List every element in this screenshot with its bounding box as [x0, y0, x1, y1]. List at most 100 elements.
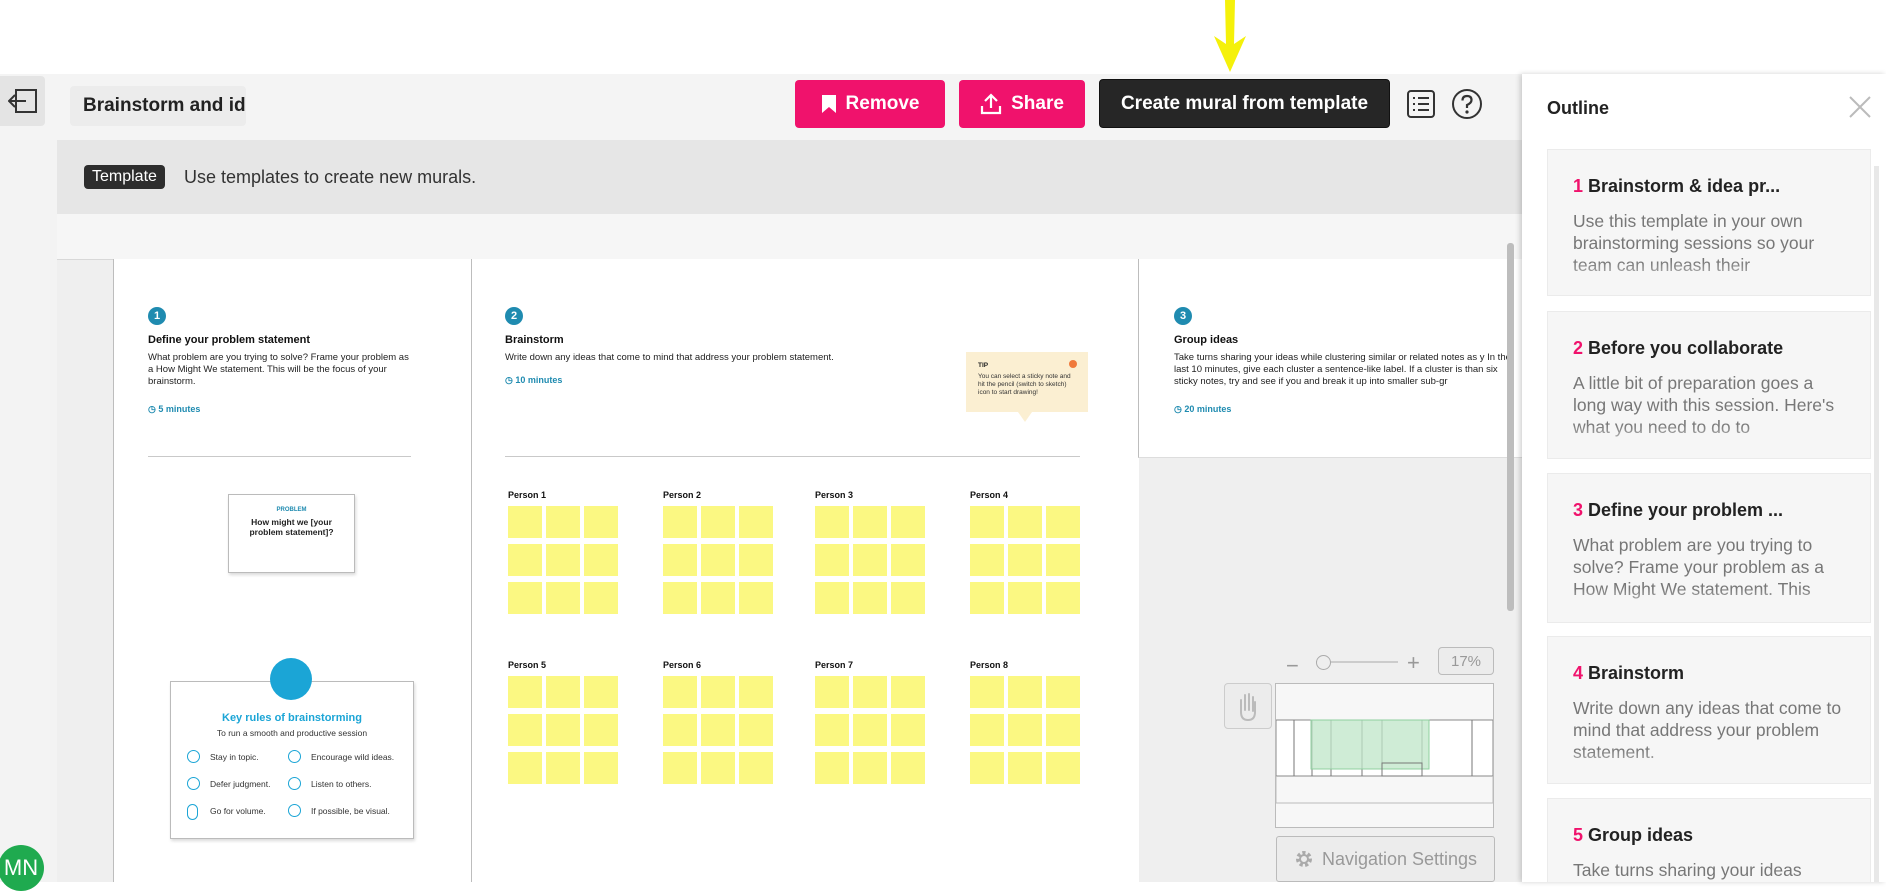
sticky-note[interactable]	[508, 582, 542, 614]
sticky-note[interactable]	[546, 714, 580, 746]
sticky-note[interactable]	[1008, 752, 1042, 784]
remove-button[interactable]: Remove	[795, 80, 945, 128]
outline-item[interactable]: 2 Before you collaborate A little bit of…	[1547, 311, 1871, 459]
zoom-in-button[interactable]: +	[1407, 650, 1420, 676]
sticky-note[interactable]	[508, 544, 542, 576]
sticky-note[interactable]	[970, 676, 1004, 708]
sticky-note[interactable]	[1008, 676, 1042, 708]
outline-item-number: 3	[1573, 500, 1584, 520]
sticky-note[interactable]	[663, 544, 697, 576]
zoom-level[interactable]: 17%	[1438, 647, 1494, 675]
sticky-note[interactable]	[1046, 714, 1080, 746]
sticky-note[interactable]	[584, 714, 618, 746]
sticky-note[interactable]	[584, 506, 618, 538]
sticky-note[interactable]	[1008, 582, 1042, 614]
sticky-note[interactable]	[701, 544, 735, 576]
sticky-note[interactable]	[1046, 544, 1080, 576]
sticky-note[interactable]	[815, 582, 849, 614]
outline-item[interactable]: 5 Group ideas Take turns sharing your id…	[1547, 798, 1871, 882]
outline-item-title: 1 Brainstorm & idea pr...	[1573, 176, 1870, 197]
sticky-note[interactable]	[1008, 544, 1042, 576]
user-avatar[interactable]: MN	[0, 845, 44, 891]
minimap[interactable]	[1275, 683, 1494, 828]
sticky-note[interactable]	[739, 582, 773, 614]
sticky-note[interactable]	[853, 752, 887, 784]
problem-card[interactable]: PROBLEM How might we [your problem state…	[228, 494, 355, 573]
sticky-note[interactable]	[1046, 676, 1080, 708]
outline-list-icon[interactable]	[1406, 89, 1436, 119]
sticky-note[interactable]	[1046, 582, 1080, 614]
sticky-note[interactable]	[663, 676, 697, 708]
sticky-note[interactable]	[546, 506, 580, 538]
sticky-note[interactable]	[546, 752, 580, 784]
sticky-note[interactable]	[739, 752, 773, 784]
sticky-note[interactable]	[970, 544, 1004, 576]
sticky-note[interactable]	[663, 752, 697, 784]
sticky-note[interactable]	[815, 714, 849, 746]
sticky-note[interactable]	[508, 752, 542, 784]
sticky-note[interactable]	[815, 676, 849, 708]
sticky-note[interactable]	[891, 676, 925, 708]
sticky-note[interactable]	[739, 506, 773, 538]
sticky-note[interactable]	[853, 582, 887, 614]
sticky-note[interactable]	[584, 676, 618, 708]
template-badge: Template	[84, 165, 165, 189]
sticky-note[interactable]	[739, 714, 773, 746]
sticky-note[interactable]	[663, 714, 697, 746]
mural-title[interactable]: Brainstorm and ide...	[70, 86, 246, 126]
rule-item: If possible, be visual.	[311, 806, 390, 816]
sticky-note[interactable]	[891, 582, 925, 614]
sticky-note[interactable]	[546, 582, 580, 614]
create-mural-button[interactable]: Create mural from template	[1099, 79, 1390, 128]
sticky-note[interactable]	[891, 752, 925, 784]
sticky-note[interactable]	[1046, 506, 1080, 538]
sticky-note[interactable]	[970, 752, 1004, 784]
sticky-note[interactable]	[739, 676, 773, 708]
pan-hand-button[interactable]	[1224, 683, 1272, 729]
sticky-note[interactable]	[1008, 506, 1042, 538]
sticky-note[interactable]	[970, 582, 1004, 614]
sticky-note[interactable]	[739, 544, 773, 576]
sticky-note[interactable]	[853, 506, 887, 538]
sticky-note[interactable]	[815, 752, 849, 784]
sticky-note[interactable]	[701, 506, 735, 538]
outline-scrollbar[interactable]	[1874, 166, 1879, 882]
outline-item[interactable]: 4 Brainstorm Write down any ideas that c…	[1547, 636, 1871, 784]
outline-item[interactable]: 1 Brainstorm & idea pr... Use this templ…	[1547, 149, 1871, 296]
zoom-slider-handle[interactable]	[1316, 655, 1331, 670]
sticky-note[interactable]	[584, 544, 618, 576]
sticky-note[interactable]	[891, 506, 925, 538]
navigation-settings-button[interactable]: Navigation Settings	[1276, 836, 1495, 882]
sticky-note[interactable]	[853, 544, 887, 576]
sticky-note[interactable]	[891, 544, 925, 576]
sticky-note[interactable]	[815, 506, 849, 538]
sticky-note[interactable]	[701, 714, 735, 746]
canvas-scrollbar[interactable]	[1507, 243, 1514, 611]
sticky-note[interactable]	[853, 714, 887, 746]
sticky-note[interactable]	[546, 676, 580, 708]
sticky-note[interactable]	[584, 582, 618, 614]
sticky-note[interactable]	[663, 506, 697, 538]
sticky-note[interactable]	[546, 544, 580, 576]
share-button[interactable]: Share	[959, 80, 1085, 128]
exit-button[interactable]	[0, 76, 45, 126]
close-icon[interactable]	[1848, 95, 1872, 119]
sticky-note[interactable]	[701, 582, 735, 614]
outline-item[interactable]: 3 Define your problem ... What problem a…	[1547, 473, 1871, 623]
sticky-note[interactable]	[701, 752, 735, 784]
sticky-note[interactable]	[970, 506, 1004, 538]
sticky-note[interactable]	[701, 676, 735, 708]
zoom-out-button[interactable]: −	[1286, 653, 1299, 679]
sticky-note[interactable]	[853, 676, 887, 708]
sticky-note[interactable]	[891, 714, 925, 746]
sticky-note[interactable]	[663, 582, 697, 614]
sticky-note[interactable]	[584, 752, 618, 784]
help-icon[interactable]	[1451, 88, 1483, 120]
sticky-note[interactable]	[508, 714, 542, 746]
sticky-note[interactable]	[1046, 752, 1080, 784]
sticky-note[interactable]	[970, 714, 1004, 746]
sticky-note[interactable]	[815, 544, 849, 576]
sticky-note[interactable]	[508, 676, 542, 708]
sticky-note[interactable]	[508, 506, 542, 538]
sticky-note[interactable]	[1008, 714, 1042, 746]
